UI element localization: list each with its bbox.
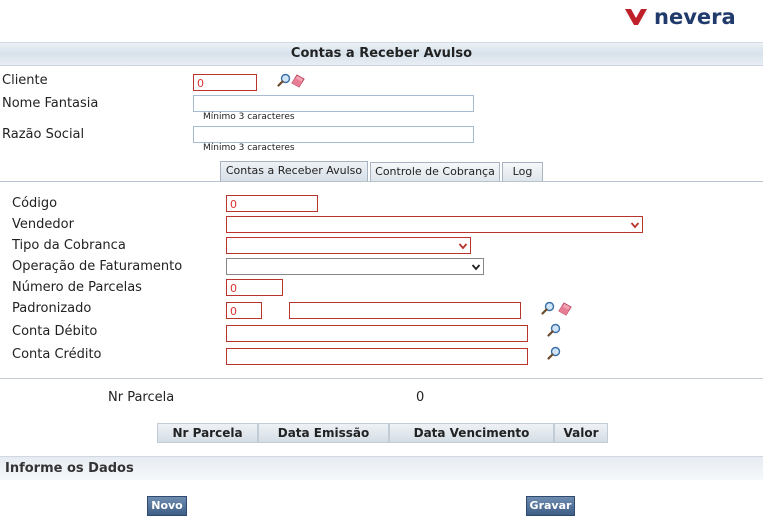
vendedor-label: Vendedor [12,217,74,232]
nr-parcela-label: Nr Parcela [108,390,175,405]
search-icon[interactable] [547,323,561,337]
padronizado-code-input[interactable]: 0 [226,302,262,319]
nome-fantasia-label: Nome Fantasia [2,96,99,111]
column-header-data-vencimento[interactable]: Data Vencimento [389,423,554,443]
razao-social-hint: Mínimo 3 caracteres [203,143,295,153]
operacao-faturamento-label: Operação de Faturamento [12,259,183,274]
vendedor-select[interactable] [226,216,643,233]
search-icon[interactable] [277,73,291,87]
tipo-cobranca-label: Tipo da Cobranca [12,238,126,253]
column-header-nr-parcela[interactable]: Nr Parcela [157,423,258,443]
padronizado-desc-input[interactable] [289,302,521,319]
chevron-down-icon [458,243,468,250]
section-divider [0,378,763,379]
eraser-icon[interactable] [558,302,572,316]
conta-credito-label: Conta Crédito [12,347,102,362]
numero-parcelas-label: Número de Parcelas [12,280,142,295]
nome-fantasia-input[interactable] [193,95,474,112]
chevron-down-icon [471,264,481,271]
tabs-divider [0,181,763,182]
chevron-down-icon [630,222,640,229]
codigo-input[interactable]: 0 [226,195,318,212]
search-icon[interactable] [541,301,555,315]
tipo-cobranca-select[interactable] [226,237,471,254]
brand-name: nevera [654,5,736,29]
tab-contas-receber-avulso[interactable]: Contas a Receber Avulso [220,161,368,182]
cliente-input[interactable]: 0 [193,74,257,91]
conta-credito-input[interactable] [226,348,528,365]
info-section-title: Informe os Dados [0,456,763,480]
operacao-faturamento-select[interactable] [226,258,484,275]
brand-logo: nevera [623,4,736,30]
eraser-icon[interactable] [291,74,305,88]
nr-parcela-value: 0 [416,390,425,405]
search-icon[interactable] [547,346,561,360]
razao-social-input[interactable] [193,126,474,143]
numero-parcelas-input[interactable]: 0 [226,279,283,296]
nome-fantasia-hint: Mínimo 3 caracteres [203,112,295,122]
column-header-valor[interactable]: Valor [554,423,608,443]
gravar-button[interactable]: Gravar [526,496,575,516]
codigo-label: Código [12,196,58,211]
tab-log[interactable]: Log [502,162,543,181]
conta-debito-label: Conta Débito [12,324,98,339]
conta-debito-input[interactable] [226,325,528,342]
novo-button[interactable]: Novo [147,496,187,516]
page-title: Contas a Receber Avulso [0,42,763,66]
column-header-data-emissao[interactable]: Data Emissão [258,423,389,443]
tab-controle-cobranca[interactable]: Controle de Cobrança [370,162,500,181]
nevera-logo-icon [625,9,647,25]
padronizado-label: Padronizado [12,301,92,316]
razao-social-label: Razão Social [2,127,85,142]
cliente-label: Cliente [2,73,48,88]
